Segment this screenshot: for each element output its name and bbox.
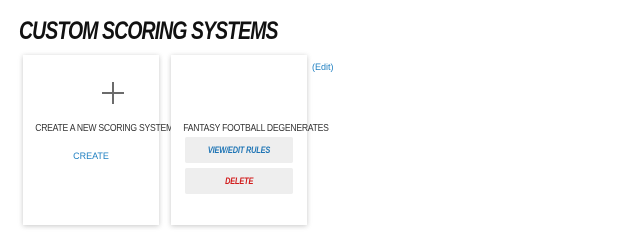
scoring-system-card: FANTASY FOOTBALL DEGENERATES VIEW/EDIT R… [171,55,329,225]
create-link[interactable]: CREATE [23,151,159,161]
page: CUSTOM SCORING SYSTEMS CREATE A NEW SCOR… [0,0,624,237]
page-title: CUSTOM SCORING SYSTEMS [19,17,279,45]
scoring-system-name: FANTASY FOOTBALL DEGENERATES [183,122,329,134]
new-scoring-system-card[interactable]: CREATE A NEW SCORING SYSTEM CREATE [23,55,173,225]
view-edit-rules-button[interactable]: VIEW/EDIT RULES [185,137,293,163]
delete-label: DELETE [224,176,254,186]
delete-button[interactable]: DELETE [185,168,293,194]
view-edit-rules-label: VIEW/EDIT RULES [207,145,271,155]
new-scoring-system-label: CREATE A NEW SCORING SYSTEM [35,122,173,134]
edit-link[interactable]: (Edit) [312,62,334,72]
